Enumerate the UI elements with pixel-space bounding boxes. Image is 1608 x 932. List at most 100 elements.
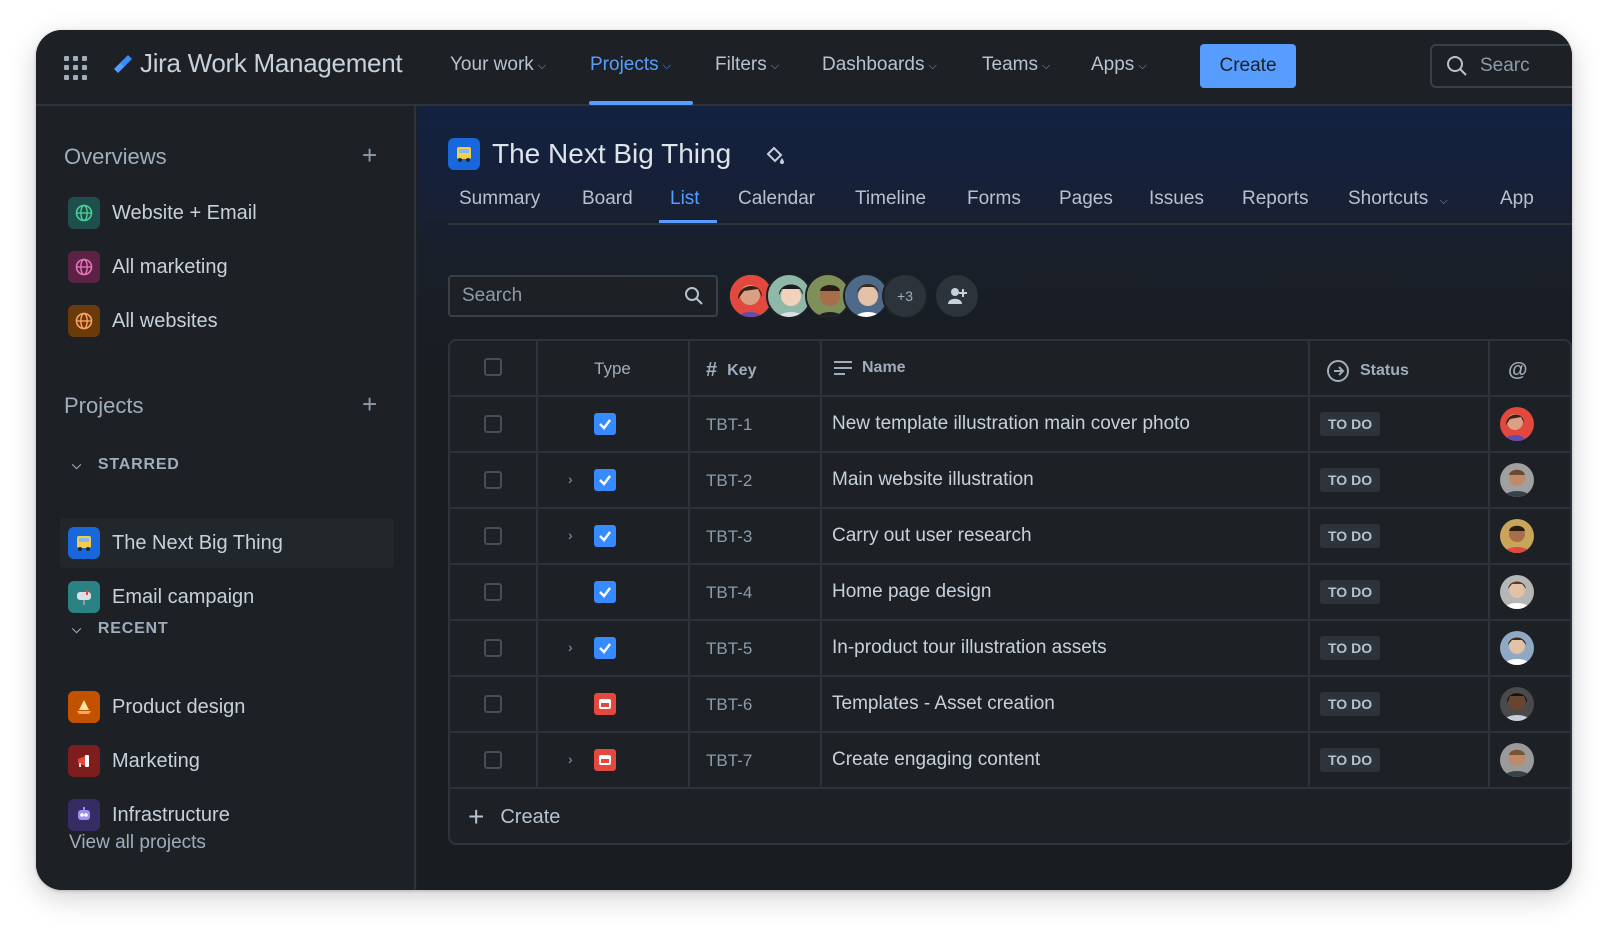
tab-calendar[interactable]: Calendar: [738, 188, 815, 210]
paint-bucket-icon[interactable]: [764, 144, 786, 166]
issue-name[interactable]: In-product tour illustration assets: [832, 637, 1107, 659]
issue-name[interactable]: Templates - Asset creation: [832, 693, 1055, 715]
table-row[interactable]: › TBT-7 Create engaging content TO DO: [450, 733, 1570, 789]
row-checkbox[interactable]: [484, 471, 502, 489]
status-badge[interactable]: TO DO: [1320, 748, 1381, 772]
table-row[interactable]: › TBT-3 Carry out user research TO DO: [450, 509, 1570, 565]
table-row[interactable]: TBT-1 New template illustration main cov…: [450, 397, 1570, 453]
issue-name[interactable]: Home page design: [832, 581, 992, 603]
nav-label: Filters: [715, 54, 767, 75]
table-row[interactable]: TBT-6 Templates - Asset creation TO DO: [450, 677, 1570, 733]
status-badge[interactable]: TO DO: [1320, 580, 1381, 604]
add-project-plus-icon[interactable]: +: [362, 389, 377, 420]
table-row[interactable]: TBT-4 Home page design TO DO: [450, 565, 1570, 621]
row-checkbox[interactable]: [484, 415, 502, 433]
sidebar-item-label: All marketing: [112, 255, 228, 278]
recent-group-toggle[interactable]: ⌵ RECENT: [72, 620, 169, 638]
search-icon: [685, 287, 703, 305]
assignee-avatar[interactable]: [1500, 463, 1534, 497]
tab-list[interactable]: List: [670, 188, 700, 210]
assignee-avatar[interactable]: [1500, 687, 1534, 721]
chevron-right-icon[interactable]: ›: [568, 639, 573, 655]
table-row[interactable]: › TBT-2 Main website illustration TO DO: [450, 453, 1570, 509]
sidebar-item-email-campaign[interactable]: Email campaign: [60, 572, 394, 622]
status-badge[interactable]: TO DO: [1320, 636, 1381, 660]
row-checkbox[interactable]: [484, 527, 502, 545]
tab-reports[interactable]: Reports: [1242, 188, 1309, 210]
tab-pages[interactable]: Pages: [1059, 188, 1113, 210]
row-checkbox[interactable]: [484, 639, 502, 657]
issue-key[interactable]: TBT-1: [706, 415, 752, 435]
sidebar-item-all-marketing[interactable]: All marketing: [60, 242, 394, 292]
sidebar-item-marketing[interactable]: Marketing: [60, 736, 394, 786]
assignee-avatar[interactable]: [1500, 631, 1534, 665]
global-search-input[interactable]: Searc: [1430, 44, 1572, 88]
chevron-down-icon: ⌵: [72, 621, 82, 636]
sidebar-item-label: Marketing: [112, 749, 200, 772]
view-all-projects-link[interactable]: View all projects: [69, 832, 206, 854]
assignee-avatar[interactable]: [1500, 519, 1534, 553]
issue-key[interactable]: TBT-2: [706, 471, 752, 491]
tab-shortcuts[interactable]: Shortcuts ⌵: [1348, 188, 1448, 210]
tab-timeline[interactable]: Timeline: [855, 188, 926, 210]
create-button[interactable]: Create: [1200, 44, 1296, 88]
issue-key[interactable]: TBT-4: [706, 583, 752, 603]
app-switcher-icon[interactable]: [64, 56, 88, 80]
chevron-down-icon: ⌵: [770, 59, 780, 72]
row-checkbox[interactable]: [484, 695, 502, 713]
more-members-badge[interactable]: +3: [882, 273, 928, 319]
sidebar-item-all-websites[interactable]: All websites: [60, 296, 394, 346]
sidebar-item-website-email[interactable]: Website + Email: [60, 188, 394, 238]
sidebar-item-label: Product design: [112, 695, 246, 718]
tab-summary[interactable]: Summary: [459, 188, 540, 210]
starred-group-toggle[interactable]: ⌵ STARRED: [72, 456, 180, 474]
tab-forms[interactable]: Forms: [967, 188, 1021, 210]
sidebar-item-product-design[interactable]: Product design: [60, 682, 394, 732]
select-all-checkbox[interactable]: [484, 358, 502, 376]
list-search-input[interactable]: Search: [448, 275, 718, 317]
chevron-right-icon[interactable]: ›: [568, 471, 573, 487]
tab-apps[interactable]: App: [1500, 188, 1534, 210]
chevron-right-icon[interactable]: ›: [568, 751, 573, 767]
status-badge[interactable]: TO DO: [1320, 692, 1381, 716]
tab-board[interactable]: Board: [582, 188, 633, 210]
table-row[interactable]: › TBT-5 In-product tour illustration ass…: [450, 621, 1570, 677]
add-people-icon[interactable]: [936, 275, 978, 317]
nav-projects[interactable]: Projects ⌵: [590, 54, 671, 76]
column-header-key[interactable]: # Key: [706, 359, 756, 382]
assignee-avatar[interactable]: [1500, 575, 1534, 609]
row-checkbox[interactable]: [484, 751, 502, 769]
nav-apps[interactable]: Apps ⌵: [1091, 54, 1147, 76]
create-issue-button[interactable]: + Create: [468, 801, 560, 833]
nav-your-work[interactable]: Your work ⌵: [450, 54, 546, 76]
column-header-status[interactable]: Status: [1326, 359, 1409, 383]
tab-issues[interactable]: Issues: [1149, 188, 1204, 210]
nav-dashboards[interactable]: Dashboards ⌵: [822, 54, 937, 76]
assignee-avatar[interactable]: [1500, 407, 1534, 441]
jira-logo-icon: [114, 54, 132, 73]
nav-filters[interactable]: Filters ⌵: [715, 54, 779, 76]
issue-key[interactable]: TBT-6: [706, 695, 752, 715]
nav-teams[interactable]: Teams ⌵: [982, 54, 1050, 76]
add-overview-plus-icon[interactable]: +: [362, 140, 377, 171]
row-checkbox[interactable]: [484, 583, 502, 601]
issue-list-table: Type # Key Name Status @ TBT-1 New templ…: [448, 339, 1572, 845]
status-badge[interactable]: TO DO: [1320, 412, 1381, 436]
issue-key[interactable]: TBT-5: [706, 639, 752, 659]
issue-name[interactable]: Main website illustration: [832, 469, 1034, 491]
status-badge[interactable]: TO DO: [1320, 524, 1381, 548]
issue-name[interactable]: Create engaging content: [832, 749, 1040, 771]
mention-icon[interactable]: @: [1508, 359, 1528, 382]
product-logo[interactable]: Jira Work Management: [112, 48, 403, 79]
issue-key[interactable]: TBT-7: [706, 751, 752, 771]
issue-name[interactable]: New template illustration main cover pho…: [832, 413, 1190, 435]
status-badge[interactable]: TO DO: [1320, 468, 1381, 492]
column-header-type[interactable]: Type: [594, 359, 631, 379]
issue-key[interactable]: TBT-3: [706, 527, 752, 547]
column-header-name[interactable]: Name: [834, 359, 906, 377]
issue-name[interactable]: Carry out user research: [832, 525, 1032, 547]
assignee-avatar[interactable]: [1500, 743, 1534, 777]
chevron-right-icon[interactable]: ›: [568, 527, 573, 543]
sidebar: Overviews + Website + Email All marketin…: [36, 106, 416, 890]
sidebar-item-the-next-big-thing[interactable]: The Next Big Thing: [60, 518, 394, 568]
